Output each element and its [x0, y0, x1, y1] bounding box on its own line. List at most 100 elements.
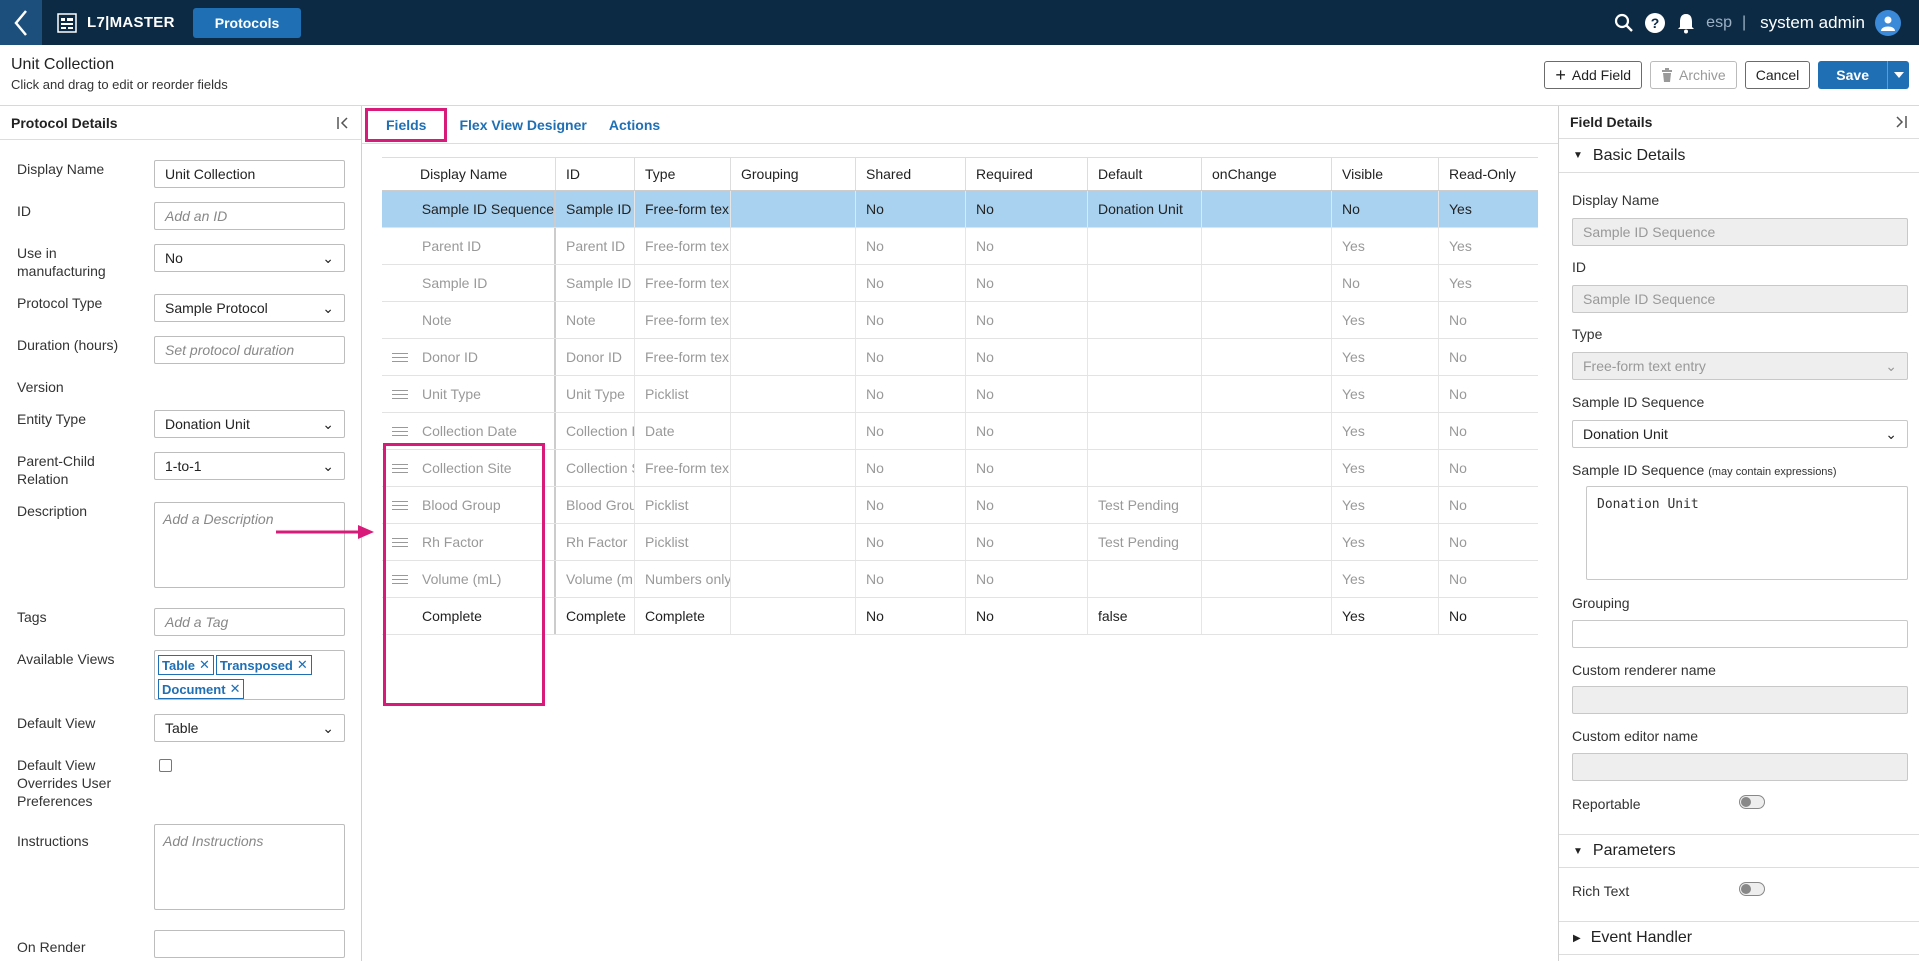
- cell-required[interactable]: No: [966, 524, 1088, 560]
- cell-required[interactable]: No: [966, 487, 1088, 523]
- parent-child-select[interactable]: 1-to-1 ⌄: [154, 452, 345, 480]
- seq-expression-editor[interactable]: Donation Unit: [1586, 486, 1908, 580]
- cell-id[interactable]: Blood Grou: [556, 487, 635, 523]
- cell-onchange[interactable]: [1202, 191, 1332, 227]
- user-name[interactable]: system admin: [1760, 13, 1865, 33]
- cell-type[interactable]: Free-form tex: [635, 339, 731, 375]
- cell-shared[interactable]: No: [856, 302, 966, 338]
- drag-handle-icon[interactable]: [392, 426, 412, 436]
- table-row[interactable]: Blood Group Blood Grou Picklist No No Test Pe…: [382, 487, 1538, 524]
- cell-shared[interactable]: No: [856, 376, 966, 412]
- default-view-select[interactable]: Table ⌄: [154, 714, 345, 742]
- drag-handle-icon[interactable]: [392, 389, 412, 399]
- cell-shared[interactable]: No: [856, 561, 966, 597]
- add-field-button[interactable]: + Add Field: [1544, 61, 1643, 89]
- cell-display-name[interactable]: Sample ID: [382, 265, 556, 301]
- col-visible[interactable]: Visible: [1332, 158, 1439, 190]
- views-multiselect[interactable]: Table ✕ Transposed ✕ Document ✕: [154, 650, 345, 700]
- cell-type[interactable]: Picklist: [635, 487, 731, 523]
- cell-id[interactable]: Collection S: [556, 450, 635, 486]
- cell-onchange[interactable]: [1202, 598, 1332, 634]
- drag-handle-icon[interactable]: [392, 352, 412, 362]
- cell-type[interactable]: Complete: [635, 598, 731, 634]
- cell-visible[interactable]: No: [1332, 265, 1439, 301]
- tags-input[interactable]: Add a Tag: [154, 608, 345, 636]
- cell-grouping[interactable]: [731, 302, 856, 338]
- cell-id[interactable]: Unit Type: [556, 376, 635, 412]
- help-icon[interactable]: ?: [1644, 12, 1666, 34]
- col-required[interactable]: Required: [966, 158, 1088, 190]
- archive-button[interactable]: Archive: [1650, 61, 1737, 89]
- cell-visible[interactable]: Yes: [1332, 302, 1439, 338]
- cell-onchange[interactable]: [1202, 450, 1332, 486]
- cell-readonly[interactable]: No: [1439, 339, 1538, 375]
- cell-type[interactable]: Free-form tex: [635, 302, 731, 338]
- seq-select[interactable]: Donation Unit ⌄: [1572, 420, 1908, 448]
- duration-input[interactable]: Set protocol duration: [154, 336, 345, 364]
- cell-readonly[interactable]: Yes: [1439, 191, 1538, 227]
- cell-grouping[interactable]: [731, 524, 856, 560]
- table-row[interactable]: Collection Site Collection S Free-form tex…: [382, 450, 1538, 487]
- on-render-input[interactable]: [154, 930, 345, 958]
- cell-readonly[interactable]: No: [1439, 524, 1538, 560]
- cell-required[interactable]: No: [966, 561, 1088, 597]
- cell-required[interactable]: No: [966, 302, 1088, 338]
- cell-grouping[interactable]: [731, 339, 856, 375]
- cell-id[interactable]: Rh Factor: [556, 524, 635, 560]
- cell-grouping[interactable]: [731, 228, 856, 264]
- event-handler-section[interactable]: ▶ Event Handler: [1559, 921, 1919, 955]
- cell-visible[interactable]: No: [1332, 191, 1439, 227]
- cell-id[interactable]: Sample ID: [556, 265, 635, 301]
- cell-shared[interactable]: No: [856, 598, 966, 634]
- cell-onchange[interactable]: [1202, 265, 1332, 301]
- cell-readonly[interactable]: Yes: [1439, 265, 1538, 301]
- cell-shared[interactable]: No: [856, 191, 966, 227]
- override-checkbox[interactable]: [159, 759, 172, 772]
- cell-readonly[interactable]: No: [1439, 598, 1538, 634]
- cell-onchange[interactable]: [1202, 561, 1332, 597]
- cell-onchange[interactable]: [1202, 302, 1332, 338]
- table-row[interactable]: Donor ID Donor ID Free-form tex No No Yes No: [382, 339, 1538, 376]
- grouping-input[interactable]: [1572, 620, 1908, 648]
- cell-onchange[interactable]: [1202, 339, 1332, 375]
- cell-default[interactable]: Donation Unit: [1088, 191, 1202, 227]
- table-row[interactable]: Unit Type Unit Type Picklist No No Yes No: [382, 376, 1538, 413]
- cell-id[interactable]: Sample ID: [556, 191, 635, 227]
- col-read-only[interactable]: Read-Only: [1439, 158, 1538, 190]
- instructions-textarea[interactable]: Add Instructions: [154, 824, 345, 910]
- collapse-right-icon[interactable]: [1894, 115, 1908, 129]
- col-grouping[interactable]: Grouping: [731, 158, 856, 190]
- cell-onchange[interactable]: [1202, 376, 1332, 412]
- col-type[interactable]: Type: [635, 158, 731, 190]
- cell-display-name[interactable]: Note: [382, 302, 556, 338]
- cell-display-name[interactable]: Unit Type: [382, 376, 556, 412]
- cell-type[interactable]: Picklist: [635, 524, 731, 560]
- table-row[interactable]: Note Note Free-form tex No No Yes No: [382, 302, 1538, 339]
- cell-shared[interactable]: No: [856, 413, 966, 449]
- table-row[interactable]: Sample ID Sample ID Free-form tex No No No Yes: [382, 265, 1538, 302]
- cell-visible[interactable]: Yes: [1332, 376, 1439, 412]
- cell-required[interactable]: No: [966, 376, 1088, 412]
- nav-protocols[interactable]: Protocols: [192, 7, 302, 38]
- cell-id[interactable]: Donor ID: [556, 339, 635, 375]
- cell-grouping[interactable]: [731, 413, 856, 449]
- cell-grouping[interactable]: [731, 487, 856, 523]
- col-shared[interactable]: Shared: [856, 158, 966, 190]
- cell-type[interactable]: Picklist: [635, 376, 731, 412]
- save-dropdown-button[interactable]: [1887, 61, 1909, 89]
- close-icon[interactable]: ✕: [199, 657, 210, 673]
- cell-visible[interactable]: Yes: [1332, 413, 1439, 449]
- parameters-section[interactable]: ▼ Parameters: [1559, 834, 1919, 868]
- cell-readonly[interactable]: No: [1439, 487, 1538, 523]
- cell-default[interactable]: [1088, 561, 1202, 597]
- cell-onchange[interactable]: [1202, 413, 1332, 449]
- bell-icon[interactable]: [1676, 12, 1696, 34]
- cell-readonly[interactable]: No: [1439, 561, 1538, 597]
- cell-onchange[interactable]: [1202, 487, 1332, 523]
- cell-id[interactable]: Parent ID: [556, 228, 635, 264]
- cell-type[interactable]: Date: [635, 413, 731, 449]
- cell-default[interactable]: [1088, 265, 1202, 301]
- close-icon[interactable]: ✕: [230, 681, 241, 697]
- cell-default[interactable]: false: [1088, 598, 1202, 634]
- protocol-type-select[interactable]: Sample Protocol ⌄: [154, 294, 345, 322]
